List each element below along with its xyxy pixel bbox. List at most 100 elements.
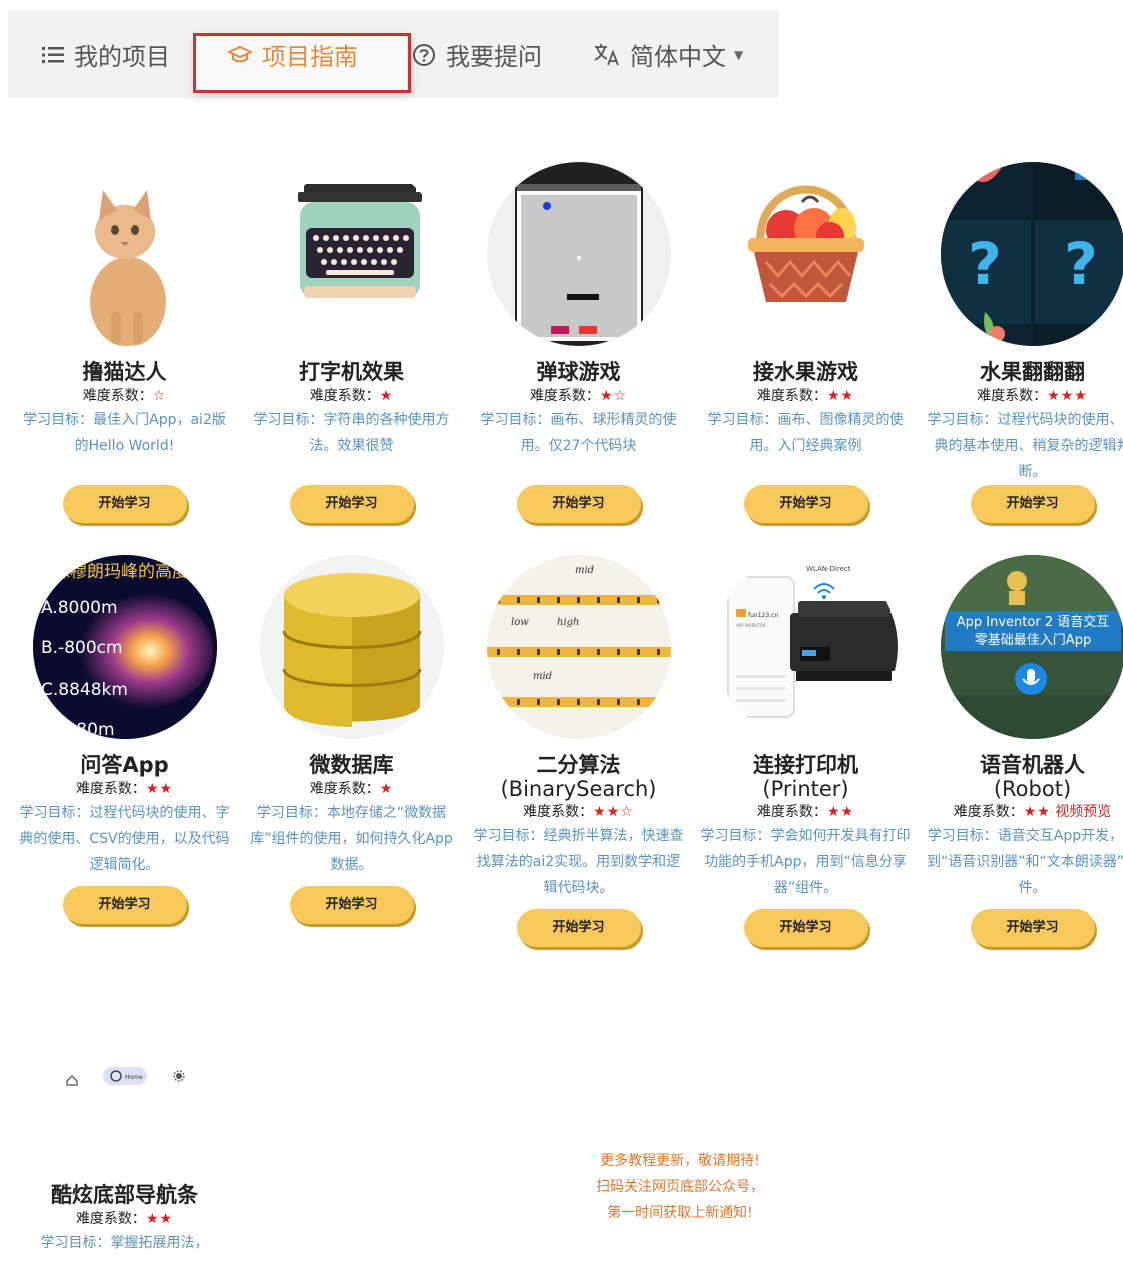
binary-search-thumbnail[interactable]: mid low high mid (486, 555, 671, 739)
project-card: Home 酷炫底部导航条 难度系数：★★ 学习目标：掌握拓展用法， (11, 985, 238, 1256)
project-card: fun123.cn APP INVENTOR WLAN-Direct 连接打印机… (692, 555, 919, 947)
nav-label: 项目指南 (262, 43, 358, 71)
nav-label: 我的项目 (74, 43, 170, 71)
start-learning-button[interactable]: 开始学习 (516, 909, 641, 947)
bottom-nav-tab-label: Home (125, 1074, 143, 1081)
cat-thumbnail[interactable] (32, 162, 217, 346)
learning-goal: 学习目标：掌握拓展用法， (40, 1235, 209, 1251)
project-card: 弹球游戏 难度系数：★☆ 学习目标：画布、球形精灵的使用。仅27个代码块 开始学… (465, 162, 692, 523)
card-title: 弹球游戏 (536, 360, 621, 384)
start-learning-button[interactable]: 开始学习 (62, 886, 187, 924)
bottom-nav-thumbnail[interactable]: Home (32, 985, 217, 1169)
chevron-down-icon: ▼ (734, 47, 744, 62)
card-title: 打字机效果 (299, 360, 404, 384)
nav-ask-question[interactable]: 我要提问 (412, 11, 542, 98)
learning-goal: 学习目标：本地存储之“微数据库”组件的使用，如何持久化App数据。 (250, 805, 453, 873)
notice-line: 扫码关注网页底部公众号， (596, 1179, 764, 1195)
nav-project-guide[interactable]: 项目指南 (228, 11, 358, 98)
robot-banner-subtitle: 零基础最佳入门App (974, 633, 1090, 648)
wifi-direct-label: WLAN-Direct (806, 565, 851, 573)
difficulty: 难度系数：☆ (11, 385, 238, 407)
project-card: ? ? 水果翻翻翻 难度系数：★★★ 学习目标：过程代码块的使用、字典的基本使用… (919, 162, 1123, 523)
nav-my-projects[interactable]: 我的项目 (42, 11, 170, 98)
nav-label: 简体中文 (630, 43, 726, 71)
svg-text:?: ? (968, 230, 1002, 298)
project-card: App Inventor 2 语音交互 零基础最佳入门App 语音机器人 (Ro… (919, 555, 1123, 947)
start-learning-button[interactable]: 开始学习 (970, 909, 1095, 947)
ball-game-thumbnail[interactable] (486, 162, 671, 346)
start-learning-button[interactable]: 开始学习 (743, 909, 868, 947)
card-title: 语音机器人 (980, 753, 1085, 777)
update-notice: 更多教程更新，敬请期待! 扫码关注网页底部公众号， 第一时间获取上新通知! (560, 1148, 800, 1226)
quiz-option-c: C.8848km (41, 680, 128, 700)
difficulty: 难度系数：★ (238, 778, 465, 800)
notice-line: 第一时间获取上新通知! (607, 1205, 753, 1221)
difficulty-stars: ★★ (826, 388, 855, 404)
difficulty-label: 难度系数： (977, 388, 1048, 404)
difficulty-label: 难度系数： (75, 781, 146, 797)
learning-goal: 学习目标：画布、图像精灵的使用。入门经典案例 (707, 412, 904, 454)
brand-text: fun123.cn (748, 612, 778, 619)
label-mid-2: mid (533, 671, 552, 682)
start-learning-button[interactable]: 开始学习 (970, 485, 1095, 523)
card-subtitle: (BinarySearch) (500, 777, 657, 801)
quiz-option-d: D.880m (47, 720, 115, 739)
card-title: 酷炫底部导航条 (51, 1183, 198, 1207)
learning-goal: 学习目标：过程代码块的使用、字典的基本使用、稍复杂的逻辑判断。 (927, 412, 1123, 480)
difficulty-stars: ★★ (145, 781, 174, 797)
card-title: 二分算法 (536, 753, 621, 777)
start-learning-button[interactable]: 开始学习 (289, 485, 414, 523)
learning-goal: 学习目标：学会如何开发具有打印功能的手机App，用到“信息分享器”组件。 (700, 828, 911, 896)
difficulty: 难度系数：★★ (11, 778, 238, 800)
learning-goal: 学习目标：画布、球形精灵的使用。仅27个代码块 (480, 412, 677, 454)
card-subtitle: (Printer) (762, 777, 849, 801)
project-card: 微数据库 难度系数：★ 学习目标：本地存储之“微数据库”组件的使用，如何持久化A… (238, 555, 465, 924)
list-icon (42, 46, 64, 64)
fruit-flip-thumbnail[interactable]: ? ? (940, 162, 1123, 346)
start-learning-button[interactable]: 开始学习 (62, 485, 187, 523)
difficulty: 难度系数：★★ (692, 385, 919, 407)
start-learning-button[interactable]: 开始学习 (289, 886, 414, 924)
difficulty-label: 难度系数： (953, 804, 1024, 820)
project-card: 接水果游戏 难度系数：★★ 学习目标：画布、图像精灵的使用。入门经典案例 开始学… (692, 162, 919, 523)
difficulty-stars: ★★ (1023, 804, 1051, 820)
project-card: 珠穆朗玛峰的高度 A.8000m B.-800cm C.8848km D.880… (11, 555, 238, 924)
difficulty-label: 难度系数： (75, 1211, 146, 1227)
card-title: 接水果游戏 (753, 360, 858, 384)
learning-goal: 学习目标：语音交互App开发，用到“语音识别器”和“文本朗读器”组件。 (926, 828, 1123, 896)
learning-goal: 学习目标：最佳入门App，ai2版的Hello World! (23, 412, 226, 454)
project-card: 撸猫达人 难度系数：☆ 学习目标：最佳入门App，ai2版的Hello Worl… (11, 162, 238, 523)
quiz-thumbnail[interactable]: 珠穆朗玛峰的高度 A.8000m B.-800cm C.8848km D.880… (32, 555, 217, 739)
start-learning-button[interactable]: 开始学习 (516, 485, 641, 523)
notice-line: 更多教程更新，敬请期待! (600, 1153, 760, 1169)
fruit-basket-thumbnail[interactable] (713, 162, 898, 346)
language-select[interactable]: 简体中文 ▼ (594, 11, 743, 98)
difficulty-label: 难度系数： (756, 388, 827, 404)
difficulty-label: 难度系数： (756, 804, 827, 820)
database-thumbnail[interactable] (259, 555, 444, 739)
top-nav: 我的项目 项目指南 我要提问 简体中文 ▼ (8, 11, 779, 98)
difficulty-label: 难度系数： (529, 388, 600, 404)
card-title: 微数据库 (309, 753, 394, 777)
svg-text:?: ? (1064, 230, 1098, 298)
card-title: 连接打印机 (753, 753, 858, 777)
difficulty-stars: ★★ (826, 804, 855, 820)
label-high: high (557, 617, 579, 628)
video-preview-link[interactable]: 视频预览 (1055, 804, 1111, 820)
brand-subtext: APP INVENTOR (736, 623, 766, 628)
difficulty-label: 难度系数： (523, 804, 594, 820)
typewriter-thumbnail[interactable] (259, 162, 444, 346)
printer-thumbnail[interactable]: fun123.cn APP INVENTOR WLAN-Direct (713, 555, 898, 739)
difficulty-label: 难度系数： (82, 388, 153, 404)
card-title: 水果翻翻翻 (980, 360, 1085, 384)
graduation-cap-icon (228, 45, 252, 65)
nav-label: 我要提问 (446, 43, 542, 71)
difficulty: 难度系数：★★ 视频预览 (919, 801, 1123, 823)
project-card: 打字机效果 难度系数：★ 学习目标：字符串的各种使用方法。效果很赞 开始学习 (238, 162, 465, 523)
translate-icon (594, 43, 620, 67)
difficulty-label: 难度系数： (309, 781, 380, 797)
voice-robot-thumbnail[interactable]: App Inventor 2 语音交互 零基础最佳入门App (940, 555, 1123, 739)
difficulty-stars: ☆ (152, 388, 167, 404)
start-learning-button[interactable]: 开始学习 (743, 485, 868, 523)
learning-goal: 学习目标：过程代码块的使用、字典的使用、CSV的使用，以及代码逻辑简化。 (19, 805, 230, 873)
